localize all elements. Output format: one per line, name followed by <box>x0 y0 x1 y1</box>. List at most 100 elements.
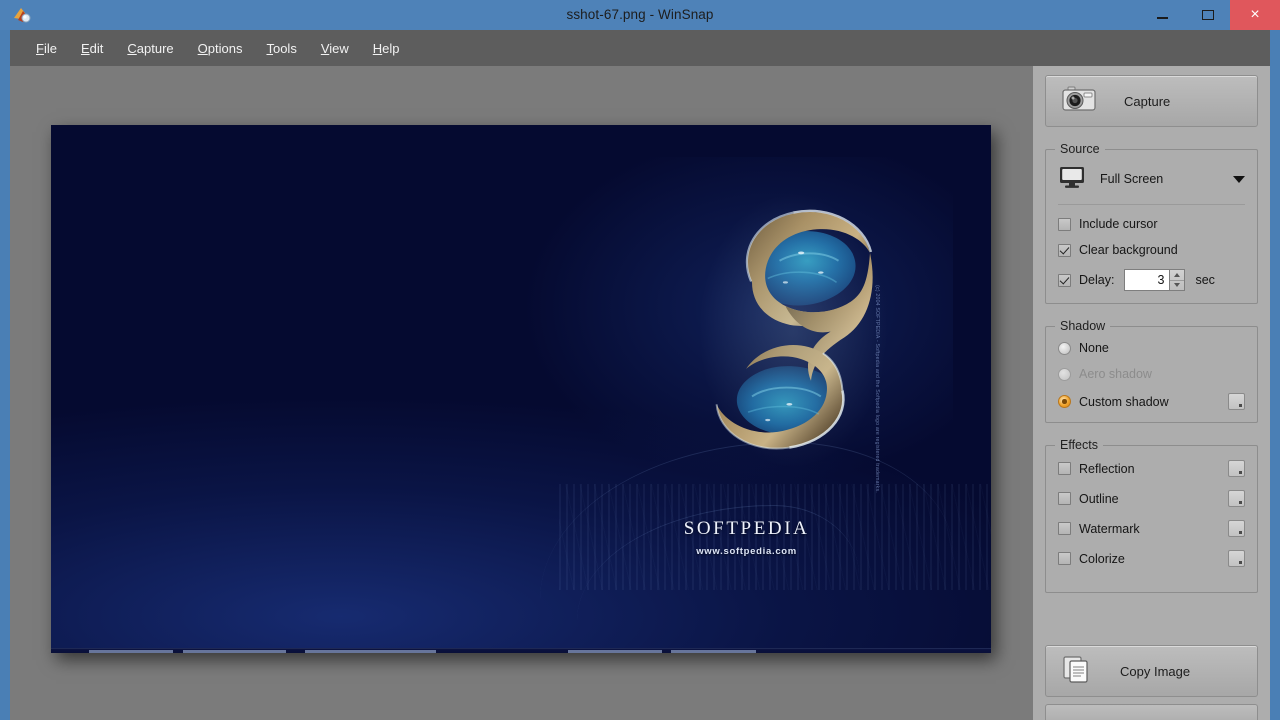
menu-view[interactable]: View <box>309 37 361 60</box>
panel-bottom-buttons: Copy Image <box>1045 645 1258 720</box>
menu-capture-mnemonic: C <box>127 40 137 56</box>
outline-settings-button[interactable] <box>1228 490 1245 507</box>
capture-button[interactable]: Capture <box>1045 75 1258 127</box>
maximize-button[interactable] <box>1185 0 1230 30</box>
menu-capture[interactable]: Capture <box>115 37 185 60</box>
body-area: SOFTPEDIA www.softpedia.com (c) 2004 SOF… <box>10 66 1270 720</box>
include-cursor-checkbox[interactable] <box>1058 217 1071 231</box>
menu-file-label: ile <box>43 40 57 56</box>
colorize-checkbox[interactable] <box>1058 552 1071 565</box>
window-controls: × <box>1140 0 1280 30</box>
close-icon: × <box>1250 6 1260 23</box>
include-cursor-label: Include cursor <box>1079 217 1158 231</box>
clear-background-label: Clear background <box>1079 243 1178 257</box>
delay-stepper-up[interactable] <box>1170 270 1185 281</box>
colorize-settings-button[interactable] <box>1228 550 1245 567</box>
effects-group: Effects Reflection Outline Watermark Col… <box>1045 438 1258 593</box>
softpedia-url: www.softpedia.com <box>696 546 797 558</box>
effects-group-title: Effects <box>1055 438 1103 452</box>
menu-tools-label: ools <box>272 40 297 56</box>
taskbar-item <box>182 650 286 653</box>
delay-input[interactable]: 3 <box>1124 269 1171 291</box>
close-button[interactable]: × <box>1230 0 1280 30</box>
reflection-checkbox[interactable] <box>1058 462 1071 475</box>
minimize-icon <box>1157 17 1168 19</box>
taskbar-item <box>568 650 662 653</box>
title-bar: sshot-67.png - WinSnap × <box>0 0 1280 30</box>
menu-help[interactable]: Help <box>361 37 412 60</box>
watermark-settings-button[interactable] <box>1228 520 1245 537</box>
effect-outline-row[interactable]: Outline <box>1058 490 1245 507</box>
delay-unit-label: sec <box>1195 273 1215 287</box>
taskbar-item <box>671 650 756 653</box>
triangle-up-icon <box>1174 272 1181 277</box>
watermark-checkbox[interactable] <box>1058 522 1071 535</box>
effect-colorize-row[interactable]: Colorize <box>1058 550 1245 567</box>
softpedia-wordmark: SOFTPEDIA <box>683 518 810 540</box>
clear-background-row[interactable]: Clear background <box>1058 243 1245 257</box>
menu-edit-label: dit <box>89 40 104 56</box>
delay-row[interactable]: Delay: 3 sec <box>1058 269 1245 291</box>
source-group: Source Full Screen Include cursor Clear … <box>1045 142 1258 304</box>
menu-options-label: ptions <box>207 40 243 56</box>
shadow-none-radio[interactable] <box>1058 341 1071 355</box>
monitor-icon <box>1058 165 1086 194</box>
chevron-down-icon <box>1233 175 1245 183</box>
next-button-partial[interactable] <box>1045 704 1258 720</box>
shadow-option-custom[interactable]: Custom shadow <box>1058 393 1245 410</box>
clear-background-checkbox[interactable] <box>1058 243 1071 257</box>
preview-canvas[interactable]: SOFTPEDIA www.softpedia.com (c) 2004 SOF… <box>10 66 1033 720</box>
menu-help-label: elp <box>382 40 400 56</box>
source-separator <box>1058 204 1245 205</box>
delay-label: Delay: <box>1079 273 1115 287</box>
menu-file-mnemonic: F <box>36 40 44 56</box>
delay-stepper[interactable] <box>1170 269 1186 291</box>
effect-watermark-row[interactable]: Watermark <box>1058 520 1245 537</box>
triangle-down-icon <box>1174 283 1181 288</box>
reflection-settings-button[interactable] <box>1228 460 1245 477</box>
shadow-option-aero: Aero shadow <box>1058 367 1245 381</box>
menu-view-label: iew <box>329 40 349 56</box>
wallpaper-image: SOFTPEDIA www.softpedia.com (c) 2004 SOF… <box>51 125 991 653</box>
winsnap-window: sshot-67.png - WinSnap × File Edit Captu… <box>0 0 1280 720</box>
colorize-label: Colorize <box>1079 551 1125 566</box>
copy-image-button[interactable]: Copy Image <box>1045 645 1258 697</box>
menu-view-mnemonic: V <box>320 40 330 56</box>
menu-options[interactable]: Options <box>186 37 255 60</box>
menu-capture-label: apture <box>136 40 174 56</box>
delay-checkbox[interactable] <box>1058 273 1071 287</box>
outline-checkbox[interactable] <box>1058 492 1071 505</box>
effect-reflection-row[interactable]: Reflection <box>1058 460 1245 477</box>
wallpaper-copyright: (c) 2004 SOFTPEDIA - Softpedia and the S… <box>874 285 881 493</box>
shadow-aero-radio <box>1058 367 1071 381</box>
menu-edit[interactable]: Edit <box>69 37 115 60</box>
shadow-group: Shadow None Aero shadow Custom shadow <box>1045 319 1258 423</box>
tool-panel: Capture Source Full Screen Include curso… <box>1033 66 1270 720</box>
shadow-option-none[interactable]: None <box>1058 341 1245 355</box>
taskbar-item <box>88 650 174 653</box>
include-cursor-row[interactable]: Include cursor <box>1058 217 1245 231</box>
shadow-none-label: None <box>1079 341 1109 355</box>
taskbar-item <box>304 650 437 653</box>
menu-options-mnemonic: O <box>197 40 208 56</box>
source-group-title: Source <box>1055 142 1105 156</box>
shadow-aero-label: Aero shadow <box>1079 367 1152 381</box>
minimize-button[interactable] <box>1140 0 1185 30</box>
copy-icon <box>1062 655 1092 688</box>
shadow-custom-settings-button[interactable] <box>1228 393 1245 410</box>
outline-label: Outline <box>1079 491 1119 506</box>
shadow-custom-label: Custom shadow <box>1079 394 1169 409</box>
source-dropdown[interactable]: Full Screen <box>1058 164 1245 194</box>
menu-file[interactable]: File <box>24 37 69 60</box>
softpedia-island-logo <box>657 188 930 473</box>
menu-help-mnemonic: H <box>372 40 383 56</box>
window-title: sshot-67.png - WinSnap <box>566 7 714 22</box>
menu-tools[interactable]: Tools <box>254 37 308 60</box>
menu-bar: File Edit Capture Options Tools View Hel… <box>10 30 1270 66</box>
shadow-custom-radio[interactable] <box>1058 395 1071 408</box>
wallpaper-branding: SOFTPEDIA www.softpedia.com <box>587 518 907 557</box>
source-selected-value: Full Screen <box>1100 172 1164 186</box>
shadow-group-title: Shadow <box>1055 319 1111 333</box>
captured-screenshot[interactable]: SOFTPEDIA www.softpedia.com (c) 2004 SOF… <box>51 125 991 653</box>
delay-stepper-down[interactable] <box>1170 281 1184 291</box>
